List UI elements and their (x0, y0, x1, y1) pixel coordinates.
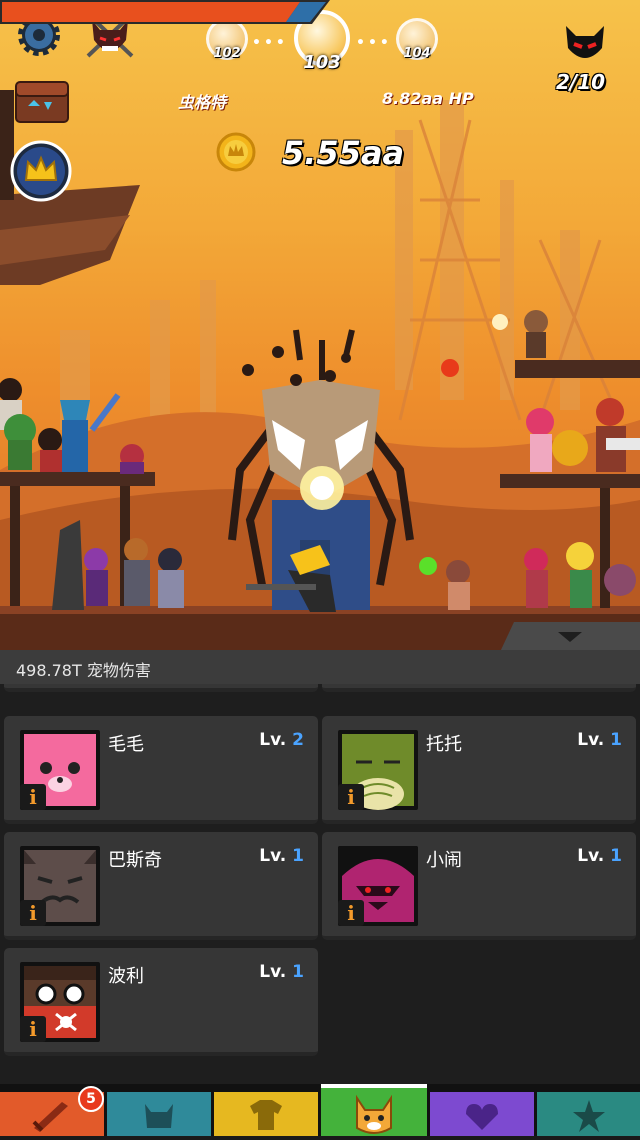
boss-hp-value: 8.82aa HP (382, 89, 474, 108)
tab-sword[interactable]: 5 (0, 1086, 104, 1136)
pet-level: Lv. 2 (259, 730, 304, 750)
pet-name: 巴斯奇 (108, 850, 162, 871)
tab-pets[interactable] (321, 1084, 427, 1136)
stage-next-number: 104 (403, 46, 431, 61)
star-icon (573, 1100, 605, 1132)
boss-hp-bar (0, 0, 330, 24)
bottom-tab-bar: 5 (0, 1084, 640, 1136)
pet-info-icon[interactable] (20, 784, 46, 810)
boss-name: 虫格特 (178, 93, 227, 112)
tab-artifacts[interactable] (537, 1092, 640, 1136)
pet-level: Lv. 1 (259, 846, 304, 866)
pet-level: Lv. 1 (259, 962, 304, 982)
shirt-icon (250, 1100, 282, 1130)
collapse-panel-button[interactable] (500, 622, 640, 652)
gold-amount: 5.55aa (282, 134, 405, 172)
pet-info-icon[interactable] (20, 1016, 46, 1042)
pet-card-tuotuo[interactable]: 托托 Lv. 1 (322, 716, 636, 824)
pet-name: 波利 (108, 966, 144, 987)
pet-name: 小闹 (426, 850, 462, 871)
tab-equipment[interactable] (214, 1092, 318, 1136)
pet-card-partial-left (4, 684, 318, 692)
crown-rank-icon[interactable] (10, 140, 72, 202)
heart-shield-icon (466, 1104, 498, 1130)
pet-card-partial-right (322, 684, 636, 692)
pet-info-icon[interactable] (338, 784, 364, 810)
pet-name: 毛毛 (108, 734, 144, 755)
pet-card-basiqi[interactable]: 巴斯奇 Lv. 1 (4, 832, 318, 940)
stage-prev-number: 102 (213, 46, 241, 61)
pet-card-maomao[interactable]: 毛毛 Lv. 2 (4, 716, 318, 824)
gold-coin-icon (216, 132, 256, 172)
stage-dots-left: ••• (252, 35, 288, 51)
stage-dots-right: ••• (356, 35, 392, 51)
pet-damage-text: 498.78T 宠物伤害 (16, 661, 151, 680)
pet-name: 托托 (426, 734, 462, 755)
pet-info-icon[interactable] (338, 900, 364, 926)
sword-tab-badge: 5 (78, 1086, 104, 1112)
pet-level: Lv. 1 (577, 730, 622, 750)
battle-scene[interactable]: 102 ••• 103 ••• 104 2/10 虫格特 8.82aa HP 5… (0, 0, 640, 650)
viking-helmet-icon (145, 1104, 173, 1128)
scene-art (0, 90, 640, 650)
pet-list[interactable]: 毛毛 Lv. 2 托托 Lv. 1 巴斯奇 Lv. 1 (0, 684, 640, 1084)
boss-kill-counter: 2/10 (556, 70, 606, 94)
tab-heroes[interactable] (107, 1092, 211, 1136)
pet-info-icon[interactable] (20, 900, 46, 926)
pet-card-boli[interactable]: 波利 Lv. 1 (4, 948, 318, 1056)
pet-level: Lv. 1 (577, 846, 622, 866)
shop-chest-icon[interactable] (14, 80, 70, 124)
boss-skull-icon (566, 26, 604, 58)
pet-card-xiaonao[interactable]: 小闹 Lv. 1 (322, 832, 636, 940)
stage-current-number: 103 (303, 52, 341, 73)
pet-fox-icon (356, 1094, 392, 1134)
tab-clan[interactable] (430, 1092, 534, 1136)
